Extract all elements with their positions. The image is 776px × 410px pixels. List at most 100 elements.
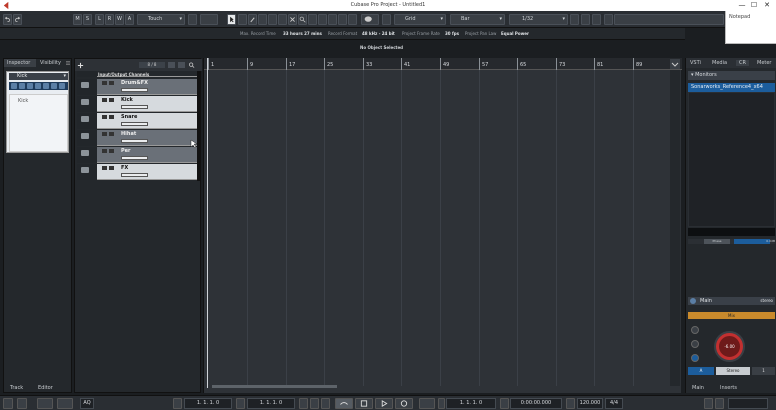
delete-tool[interactable] <box>288 14 297 25</box>
mix-source-button[interactable]: Mix <box>688 312 775 319</box>
mute-icon[interactable] <box>102 166 107 170</box>
track-list-scrollbar[interactable] <box>197 71 201 181</box>
left-zone-toggle[interactable] <box>3 398 13 409</box>
track-row-io[interactable]: Input/Output Channels <box>77 71 197 77</box>
object-selection-tool[interactable] <box>227 14 236 25</box>
redo-button[interactable] <box>13 14 22 25</box>
tab-meter[interactable]: Meter <box>757 60 771 66</box>
metronome-settings-button[interactable] <box>57 398 73 409</box>
solo-icon[interactable] <box>109 81 114 85</box>
main-section-header[interactable]: Main stereo <box>688 297 775 305</box>
play-button[interactable] <box>375 398 393 409</box>
add-track-button[interactable] <box>77 62 84 69</box>
timeline-ruler[interactable]: 1 9 17 25 33 41 49 57 65 73 81 89 <box>204 58 682 70</box>
mute-icon[interactable] <box>102 81 107 85</box>
record-button[interactable] <box>395 398 413 409</box>
tab-visibility[interactable]: Visibility <box>37 59 67 67</box>
snap-toggle[interactable] <box>382 14 391 25</box>
draw-tool[interactable] <box>328 14 337 25</box>
clock-icon[interactable] <box>500 398 509 409</box>
vertical-scrollbar[interactable] <box>670 70 680 386</box>
signature-field[interactable]: 4/4 <box>605 398 623 409</box>
track-controls[interactable] <box>121 105 148 109</box>
auto-punch-button[interactable] <box>321 398 330 409</box>
track-row-fx[interactable]: FX <box>77 164 197 180</box>
output-stereo-button[interactable]: Stereo <box>716 367 750 375</box>
tab-editor[interactable]: Editor <box>38 385 53 391</box>
automation-mode-select[interactable]: Touch ▾ <box>137 14 185 25</box>
quantize-reset-button[interactable] <box>581 14 590 25</box>
tab-inspector[interactable]: Inspector <box>4 59 36 67</box>
mute-icon[interactable] <box>102 115 107 119</box>
quantize-select[interactable]: 1/32 ▾ <box>509 14 568 25</box>
pan-law-value[interactable]: Equal Power <box>501 31 529 36</box>
mute-state-button[interactable]: M <box>73 14 82 25</box>
range-tool[interactable] <box>238 14 247 25</box>
color-tool[interactable] <box>348 14 357 25</box>
track-controls[interactable] <box>121 88 148 92</box>
main-volume-knob[interactable]: -6.00 <box>716 333 743 360</box>
mute-icon[interactable] <box>102 132 107 136</box>
transport-settings-button[interactable] <box>37 398 53 409</box>
audio-quantize-button[interactable]: AQ <box>80 398 94 409</box>
search-icon[interactable] <box>188 62 195 68</box>
monitors-section-header[interactable]: ▾ Monitors <box>688 71 775 80</box>
grid-type-select[interactable]: Bar ▾ <box>450 14 505 25</box>
cycle-button[interactable] <box>335 398 353 409</box>
playhead-cursor[interactable] <box>207 58 208 388</box>
track-row-per[interactable]: Per <box>77 147 197 163</box>
automation-menu-button[interactable] <box>200 14 218 25</box>
tab-inserts[interactable]: Inserts <box>720 385 737 391</box>
primary-time-icon[interactable] <box>438 398 445 409</box>
inspector-track-name[interactable]: Kick ▾ <box>9 73 68 80</box>
undo-button[interactable] <box>3 14 12 25</box>
track-row-drumfx[interactable]: Drum&FX <box>77 79 197 95</box>
monitor-item-selected[interactable]: Sonarworks_Reference4_x64 <box>688 83 775 92</box>
suspend-automation-button[interactable] <box>188 14 197 25</box>
listen-button[interactable] <box>691 354 699 362</box>
window-layout-button[interactable] <box>604 14 613 25</box>
settings-gear-icon[interactable] <box>715 398 724 409</box>
left-locator-field[interactable]: 1. 1. 1. 0 <box>184 398 232 409</box>
zoom-tool[interactable] <box>298 14 307 25</box>
punch-out-button[interactable] <box>310 398 319 409</box>
solo-icon[interactable] <box>109 166 114 170</box>
quantize-apply-button[interactable] <box>570 14 579 25</box>
solo-icon[interactable] <box>109 115 114 119</box>
edit-icon[interactable] <box>59 83 65 89</box>
max-record-value[interactable]: 33 hours 27 mins <box>283 31 322 36</box>
quantize-settings-button[interactable] <box>592 14 601 25</box>
play-tool[interactable] <box>338 14 347 25</box>
solo-icon[interactable] <box>109 98 114 102</box>
tab-vsti[interactable]: VSTi <box>690 60 701 66</box>
write-state-button[interactable]: W <box>115 14 124 25</box>
tempo-field[interactable]: 120.000 <box>577 398 603 409</box>
track-controls[interactable] <box>121 156 148 160</box>
dim-button[interactable] <box>691 326 699 334</box>
folder-toggle-button[interactable] <box>168 62 175 68</box>
tab-cr[interactable]: CR <box>736 60 749 66</box>
monitor-icon[interactable] <box>35 83 41 89</box>
pencil-tool[interactable] <box>248 14 257 25</box>
mute-icon[interactable] <box>102 98 107 102</box>
track-controls[interactable] <box>121 173 148 177</box>
listen-state-button[interactable]: L <box>95 14 104 25</box>
add-track-menu-button[interactable] <box>87 62 95 69</box>
solo-state-button[interactable]: S <box>83 14 92 25</box>
right-locator-field[interactable]: 1. 1. 1. 0 <box>247 398 295 409</box>
right-locator-icon[interactable] <box>236 398 245 409</box>
tab-track[interactable]: Track <box>10 385 23 391</box>
solo-icon[interactable] <box>19 83 25 89</box>
frame-rate-value[interactable]: 30 fps <box>445 31 459 36</box>
notepad-window[interactable]: Notepad <box>725 11 776 44</box>
solo-icon[interactable] <box>109 149 114 153</box>
glue-tool[interactable] <box>278 14 287 25</box>
track-controls[interactable] <box>121 122 148 126</box>
maximize-button[interactable]: ☐ <box>748 1 760 10</box>
position-field[interactable]: 1. 1. 1. 0 <box>446 398 496 409</box>
menu-icon[interactable] <box>65 60 71 66</box>
tempo-track-icon[interactable] <box>566 398 575 409</box>
close-button[interactable]: ✕ <box>761 1 773 10</box>
lower-zone-toggle[interactable] <box>17 398 27 409</box>
record-icon[interactable] <box>27 83 33 89</box>
